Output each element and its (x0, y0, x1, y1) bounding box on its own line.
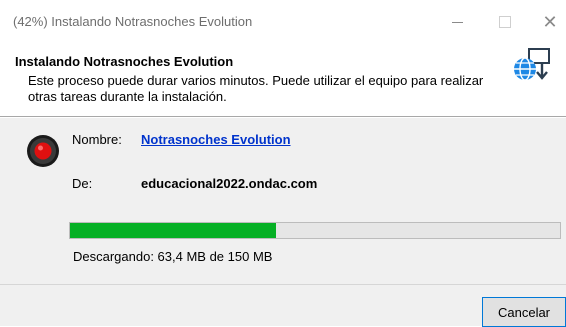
download-progress-bar (69, 222, 561, 239)
name-link[interactable]: Notrasnoches Evolution (141, 132, 291, 147)
cancel-button[interactable]: Cancelar (482, 297, 566, 327)
window-title: (42%) Instalando Notrasnoches Evolution (13, 14, 253, 29)
from-label: De: (72, 176, 93, 191)
globe-download-icon (514, 48, 550, 81)
maximize-button[interactable] (485, 6, 525, 38)
download-status: Descargando: 63,4 MB de 150 MB (73, 249, 273, 264)
header-description: Este proceso puede durar varios minutos.… (28, 73, 484, 104)
from-value: educacional2022.ondac.com (141, 176, 318, 191)
header-title: Instalando Notrasnoches Evolution (15, 54, 234, 69)
minimize-icon (451, 21, 463, 23)
progress-fill (70, 223, 276, 238)
dialog-footer: Cancelar (0, 285, 566, 327)
maximize-icon (499, 16, 511, 28)
record-icon (27, 135, 59, 167)
close-icon: ✕ (542, 11, 558, 32)
dialog-header: Instalando Notrasnoches Evolution Este p… (0, 44, 566, 116)
minimize-button[interactable] (437, 6, 477, 38)
name-label: Nombre: (72, 132, 122, 147)
close-button[interactable]: ✕ (530, 6, 566, 38)
title-bar: (42%) Instalando Notrasnoches Evolution … (0, 0, 566, 44)
dialog-body: Nombre: Notrasnoches Evolution De: educa… (0, 118, 566, 284)
